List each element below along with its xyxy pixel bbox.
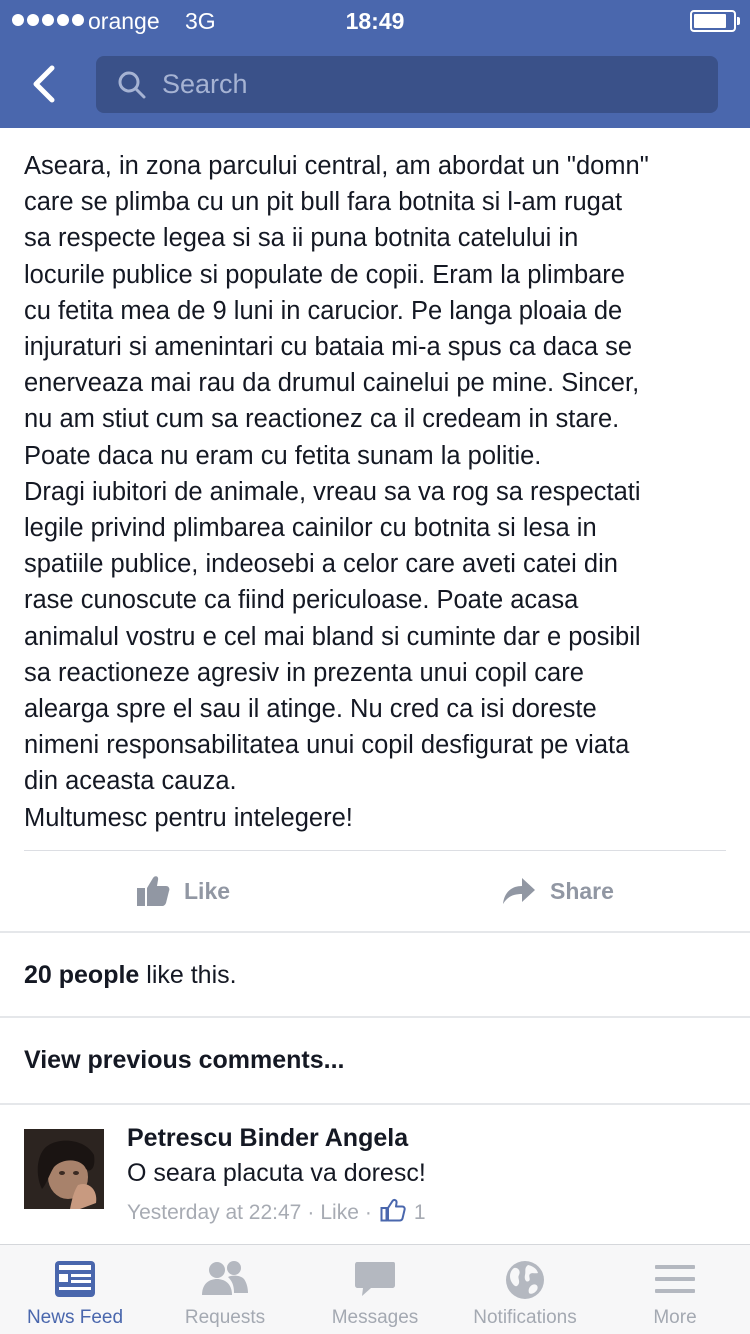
status-time: 18:49 xyxy=(345,8,405,34)
comment-like-link[interactable]: Like xyxy=(320,1201,359,1225)
comment-timestamp[interactable]: Yesterday at 22:47 xyxy=(127,1201,301,1225)
tab-label: Requests xyxy=(184,1307,266,1328)
thumbs-up-icon xyxy=(137,876,170,906)
post-line: Multumesc pentru intelegere! xyxy=(24,803,353,832)
section-separator xyxy=(0,1103,750,1105)
comment-author[interactable]: Petrescu Binder Angela xyxy=(127,1124,408,1153)
post-line: Aseara, in zona parcului central, am abo… xyxy=(24,152,649,180)
post-line: locurile publice si populate de copii. E… xyxy=(24,260,625,289)
post-line: legile privind plimbarea cainilor cu bot… xyxy=(24,514,597,543)
post-line: cu fetita mea de 9 luni in carucior. Pe … xyxy=(24,296,623,325)
comment-like-count: 1 xyxy=(413,1201,426,1224)
post-line: animalul vostru e cel mai bland si cumin… xyxy=(24,622,641,651)
like-button[interactable]: Like xyxy=(136,866,230,916)
like-label: Like xyxy=(184,877,231,904)
battery-icon xyxy=(690,10,740,32)
post-divider xyxy=(24,850,726,851)
view-previous-comments-link[interactable]: View previous comments... xyxy=(24,1046,344,1075)
tab-bar: News Feed Requests Messages Notification… xyxy=(0,1244,750,1334)
post-line: injuraturi si amenintari cu bataia mi-a … xyxy=(24,333,633,362)
tab-label: More xyxy=(653,1307,697,1328)
share-label: Share xyxy=(550,877,614,904)
avatar-photo xyxy=(24,1129,104,1209)
post-line: nimeni responsabilitatea unui copil desf… xyxy=(24,731,630,760)
post-line: care se plimba cu un pit bull fara botni… xyxy=(24,188,623,217)
post-line: Dragi iubitori de animale, vreau sa va r… xyxy=(24,477,641,506)
share-button[interactable]: Share xyxy=(502,866,614,916)
likes-suffix: like this. xyxy=(139,961,237,989)
tab-news-feed[interactable]: News Feed xyxy=(0,1245,150,1334)
comment-meta: Yesterday at 22:47 · Like · 1 xyxy=(127,1198,426,1228)
messages-icon xyxy=(355,1262,395,1296)
post-line: spatiile publice, indeosebi a celor care… xyxy=(24,550,618,579)
post-line: Poate daca nu eram cu fetita sunam la po… xyxy=(24,441,542,470)
tab-messages[interactable]: Messages xyxy=(300,1245,450,1334)
section-separator xyxy=(0,931,750,933)
search-icon xyxy=(118,71,146,99)
post-line: sa reactioneze agresiv in prezenta unui … xyxy=(24,658,584,687)
requests-icon xyxy=(202,1261,248,1295)
navigation-header: orange 3G 18:49 xyxy=(0,0,750,128)
section-separator xyxy=(0,1016,750,1018)
post-line: nu am stiut cum sa reactionez ca il cred… xyxy=(24,405,620,434)
likes-count: 20 people xyxy=(24,961,140,989)
post-line: rase cunoscute ca fiind periculoase. Poa… xyxy=(24,586,579,615)
search-input[interactable] xyxy=(162,56,702,113)
post-line: sa respecte legea si sa ii puna botnita … xyxy=(24,224,579,253)
comment-text: O seara placuta va doresc! xyxy=(127,1159,426,1187)
tab-more[interactable]: More xyxy=(600,1245,750,1334)
status-bar: orange 3G 18:49 xyxy=(0,0,750,40)
post-line: enerveaza mai rau da drumul cainelui pe … xyxy=(24,369,640,398)
hamburger-icon xyxy=(655,1265,695,1293)
thumbs-up-outline-icon xyxy=(380,1198,406,1228)
post-body: Aseara, in zona parcului central, am abo… xyxy=(24,148,736,836)
search-bar[interactable] xyxy=(96,56,718,113)
back-button[interactable] xyxy=(20,56,70,112)
tab-notifications[interactable]: Notifications xyxy=(450,1245,600,1334)
meta-separator: · xyxy=(364,1201,372,1224)
tab-label: Notifications xyxy=(473,1307,577,1328)
tab-requests[interactable]: Requests xyxy=(150,1245,300,1334)
tab-label: Messages xyxy=(331,1307,419,1328)
share-arrow-icon xyxy=(503,878,535,904)
meta-separator: · xyxy=(307,1201,315,1224)
likes-summary[interactable]: 20 people like this. xyxy=(24,961,237,990)
news-feed-icon xyxy=(55,1261,95,1297)
globe-icon xyxy=(506,1261,544,1299)
tab-label: News Feed xyxy=(26,1307,124,1328)
avatar[interactable] xyxy=(24,1129,104,1209)
chevron-left-icon xyxy=(33,65,55,103)
post-line: din aceasta cauza. xyxy=(24,767,237,796)
post-line: alearga spre el sau il atinge. Nu cred c… xyxy=(24,695,597,724)
